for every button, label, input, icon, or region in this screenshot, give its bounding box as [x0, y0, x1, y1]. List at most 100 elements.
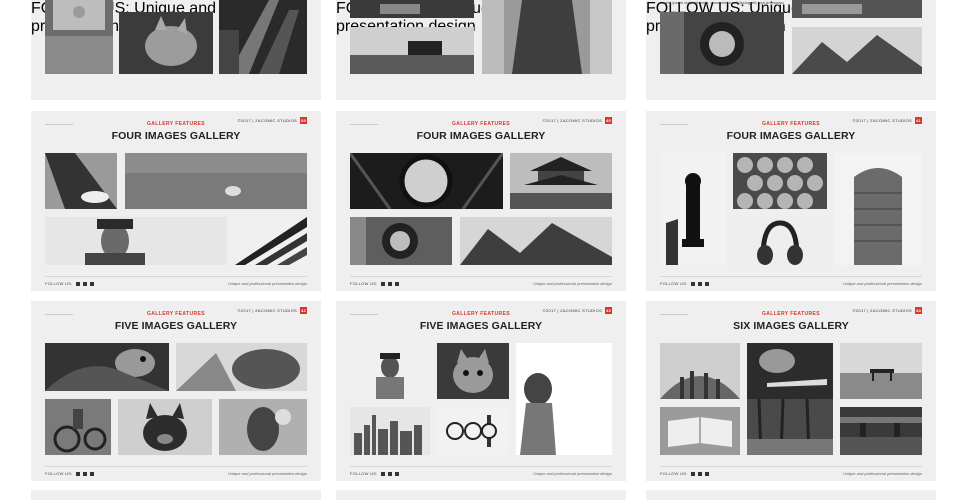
footer-divider	[350, 466, 612, 467]
slide-partial-bottom-1	[31, 490, 321, 500]
twitter-icon[interactable]	[380, 281, 385, 286]
page-number-badge: 44	[915, 307, 922, 314]
photo-bicycle-boy	[45, 399, 111, 455]
linkedin-icon[interactable]	[697, 281, 702, 286]
page-number-badge: 42	[300, 307, 307, 314]
tagline: Unique and professional presentation des…	[532, 471, 612, 476]
photo-bulldog	[118, 399, 212, 455]
footer-divider	[45, 466, 307, 467]
page-number-badge: 40	[605, 117, 612, 124]
slide-four-images-1[interactable]: GALLERY FEATURES ©2017 | ZACOMIC STUDIOS…	[31, 111, 321, 291]
follow-us: FOLLOW US:	[45, 281, 94, 286]
slide-partial-top-3: Lorem ipsum dolor sit amet, consectetur …	[646, 0, 936, 100]
facebook-icon[interactable]	[89, 281, 94, 286]
slide-footer: FOLLOW US: Unique and professional prese…	[45, 281, 307, 286]
photo-mountain-valley	[460, 217, 612, 265]
photo-highway	[219, 0, 307, 74]
copyright-text: ©2017 | ZACOMIC STUDIOS	[852, 308, 912, 313]
slide-title: FIVE IMAGES GALLERY	[419, 320, 543, 332]
slide-partial-top-1: FOLLOW US: Unique and professional prese…	[31, 0, 321, 100]
follow-us: FOLLOW US:	[45, 471, 94, 476]
photo-bearded-man	[45, 217, 227, 265]
photo-laptop	[45, 0, 113, 74]
photo-architecture	[235, 217, 307, 265]
page-number-badge: 39	[300, 117, 307, 124]
photo-man-cap	[350, 343, 430, 399]
slide-title: FOUR IMAGES GALLERY	[726, 130, 856, 142]
photo-pier	[350, 27, 474, 74]
slide-partial-top-2: FOLLOW US: Unique and professional prese…	[336, 0, 626, 100]
photo-forest	[747, 399, 833, 455]
photo-knife-food	[747, 343, 833, 399]
twitter-icon[interactable]	[690, 281, 695, 286]
linkedin-icon[interactable]	[697, 471, 702, 476]
twitter-icon[interactable]	[75, 471, 80, 476]
copyright: ©2017 | ZACOMIC STUDIOS 39	[238, 117, 307, 124]
photo-sneaker-closeup	[176, 343, 307, 391]
twitter-icon[interactable]	[380, 471, 385, 476]
linkedin-icon[interactable]	[82, 281, 87, 286]
follow-us: FOLLOW US:	[350, 471, 399, 476]
photo-open-book	[660, 407, 740, 455]
facebook-icon[interactable]	[394, 281, 399, 286]
linkedin-icon[interactable]	[82, 471, 87, 476]
photo-kitten	[437, 343, 509, 399]
slide-footer: FOLLOW US: Unique and professional prese…	[660, 281, 922, 286]
caption-text: Lorem ipsum dolor sit amet, consectetur …	[660, 0, 784, 5]
copyright: ©2017 | ZACOMIC STUDIOS 44	[853, 307, 922, 314]
slide-title: SIX IMAGES GALLERY	[733, 320, 849, 332]
facebook-icon[interactable]	[89, 471, 94, 476]
photo-glasses-watch	[437, 407, 509, 455]
copyright-text: ©2017 | ZACOMIC STUDIOS	[542, 308, 602, 313]
photo-girl-bubbles	[219, 399, 307, 455]
follow-us: FOLLOW US:	[660, 281, 709, 286]
copyright-text: ©2017 | ZACOMIC STUDIOS	[237, 308, 297, 313]
follow-label: FOLLOW US:	[45, 471, 73, 476]
footer-divider	[350, 276, 612, 277]
slide-title: FOUR IMAGES GALLERY	[111, 130, 241, 142]
photo-top-right	[792, 0, 922, 18]
slide-title: FIVE IMAGES GALLERY	[114, 320, 238, 332]
facebook-icon[interactable]	[704, 471, 709, 476]
copyright: ©2017 | ZACOMIC STUDIOS 43	[543, 307, 612, 314]
copyright-text: ©2017 | ZACOMIC STUDIOS	[852, 118, 912, 123]
tagline: Unique and professional presentation des…	[227, 471, 307, 476]
photo-tower	[834, 153, 922, 265]
footer-divider	[45, 276, 307, 277]
slide-five-images-2[interactable]: GALLERY FEATURES ©2017 | ZACOMIC STUDIOS…	[336, 301, 626, 481]
photo-parrot	[45, 343, 169, 391]
tagline: Unique and professional presentation des…	[532, 281, 612, 286]
slide-six-images[interactable]: GALLERY FEATURES ©2017 | ZACOMIC STUDIOS…	[646, 301, 936, 481]
twitter-icon[interactable]	[75, 281, 80, 286]
slide-partial-bottom-3	[646, 490, 936, 500]
twitter-icon[interactable]	[690, 471, 695, 476]
photo-bench-sea	[840, 343, 922, 399]
tagline: Unique and professional presentation des…	[842, 281, 922, 286]
follow-label: FOLLOW US:	[45, 281, 73, 286]
page-number-badge: 43	[605, 307, 612, 314]
follow-label: FOLLOW US:	[350, 281, 378, 286]
linkedin-icon[interactable]	[387, 281, 392, 286]
slide-four-images-3[interactable]: GALLERY FEATURES ©2017 | ZACOMIC STUDIOS…	[646, 111, 936, 291]
copyright-text: ©2017 | ZACOMIC STUDIOS	[237, 118, 297, 123]
photo-cans	[733, 153, 827, 209]
slide-footer: FOLLOW US: Unique and professional prese…	[45, 471, 307, 476]
tagline: Unique and professional presentation des…	[842, 471, 922, 476]
linkedin-icon[interactable]	[387, 471, 392, 476]
slide-footer: FOLLOW US: Unique and professional prese…	[350, 471, 612, 476]
slide-four-images-2[interactable]: GALLERY FEATURES ©2017 | ZACOMIC STUDIOS…	[336, 111, 626, 291]
facebook-icon[interactable]	[704, 281, 709, 286]
photo-round-window	[350, 153, 503, 209]
footer-divider	[660, 276, 922, 277]
slide-five-images-1[interactable]: GALLERY FEATURES ©2017 | ZACOMIC STUDIOS…	[31, 301, 321, 481]
photo-sand	[125, 153, 307, 209]
slide-partial-bottom-2	[336, 490, 626, 500]
slide-footer: FOLLOW US: Unique and professional prese…	[350, 281, 612, 286]
photo-dark-top	[350, 0, 474, 18]
photo-city-aerial	[660, 343, 740, 399]
slide-footer: FOLLOW US: Unique and professional prese…	[660, 471, 922, 476]
photo-bell	[482, 0, 612, 74]
slide-title: FOUR IMAGES GALLERY	[416, 130, 546, 142]
follow-label: FOLLOW US:	[660, 281, 688, 286]
facebook-icon[interactable]	[394, 471, 399, 476]
